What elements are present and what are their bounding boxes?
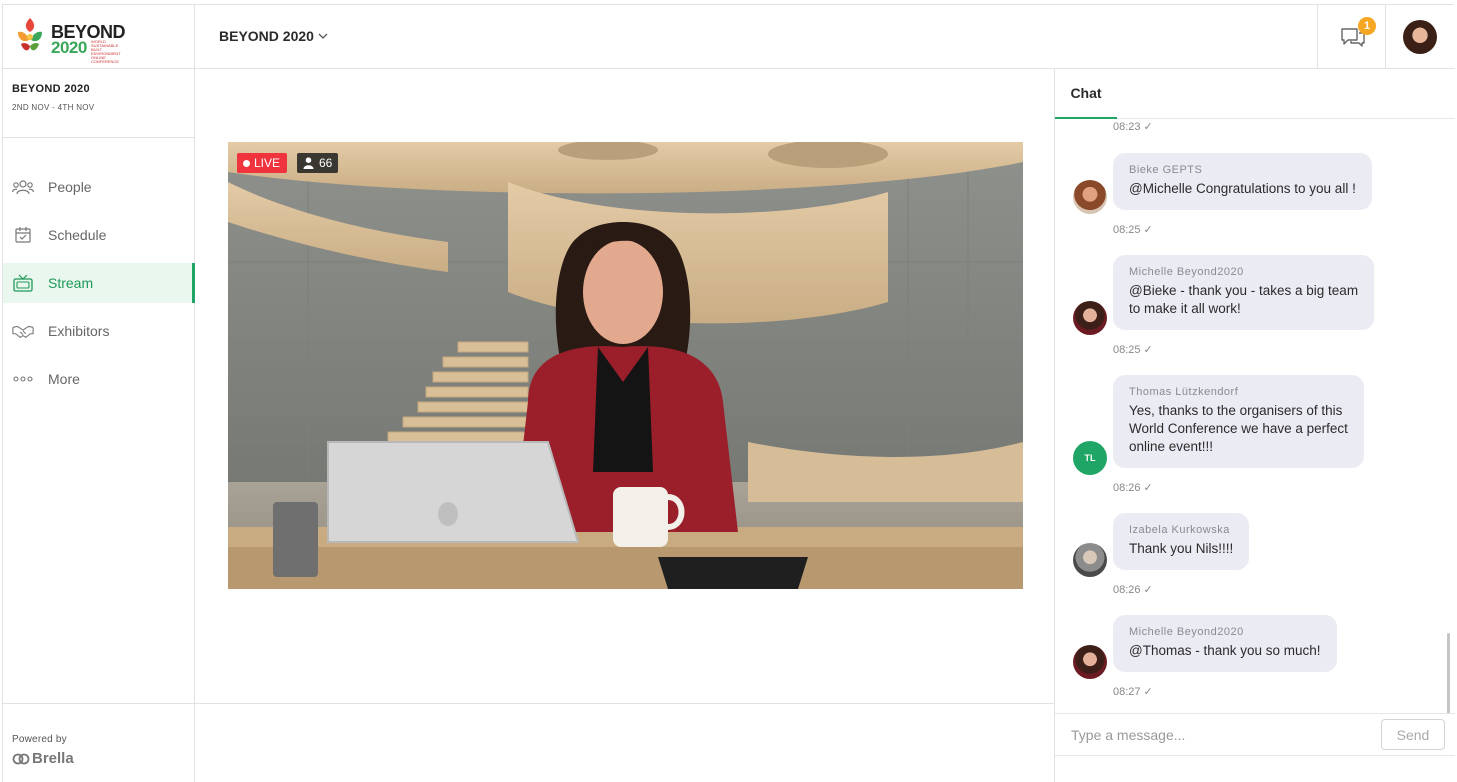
message-author: Thomas Lützkendorf [1129,386,1239,398]
event-switcher-dropdown[interactable]: BEYOND 2020 [219,28,328,44]
event-switcher-label: BEYOND 2020 [219,28,314,44]
message-bubble: Bieke GEPTS @Michelle Congratulations to… [1113,153,1372,210]
app-window: BEYOND 2020 WORLD SUSTAINABLE BUILT ENVI… [2,4,1455,782]
live-label: LIVE [254,156,281,170]
beyond-logo-icon [18,18,42,51]
chat-message-input[interactable] [1055,714,1375,756]
message-text: Thank you Nils!!!! [1129,541,1234,556]
tab-chat[interactable]: Chat [1055,69,1117,119]
chat-tabbar: Chat [1055,69,1455,119]
message-author: Michelle Beyond2020 [1129,626,1244,638]
timestamp-text: 08:25 [1113,343,1141,356]
message-timestamp: 08:26 ✓ [1113,481,1153,495]
viewer-count-badge: 66 [297,153,339,173]
avatar[interactable] [1073,180,1107,214]
live-badge: LIVE [237,153,288,173]
sidebar-item-label: Schedule [48,227,107,243]
calendar-icon [12,226,34,244]
divider [3,703,194,704]
divider [3,137,194,138]
timestamp-text: 08:26 [1113,583,1141,596]
message-timestamp: 08:23 ✓ [1113,120,1153,134]
tv-icon [12,274,34,292]
user-avatar[interactable] [1403,20,1437,54]
message-bubble: Izabela Kurkowska Thank you Nils!!!! [1113,513,1250,570]
message-timestamp: 08:27 ✓ [1113,685,1153,699]
logo-text-year: 2020 [51,38,87,57]
message-bubble: Thomas Lützkendorf Yes, thanks to the or… [1113,375,1364,468]
chevron-down-icon [318,33,328,39]
avatar[interactable] [1073,645,1107,679]
sidebar-item-label: Stream [48,275,94,291]
check-icon: ✓ [1143,686,1153,698]
event-logo[interactable]: BEYOND 2020 WORLD SUSTAINABLE BUILT ENVI… [3,5,195,69]
logo-subtitle: WORLD SUSTAINABLE BUILT ENVIRONMENT ONLI… [91,39,121,64]
sidebar-item-label: More [48,371,80,387]
video-frame-image [228,142,1023,589]
chat-composer: Send [1055,713,1455,756]
powered-by-label: Powered by [12,734,67,745]
message-text: @Michelle Congratulations to you all ! [1129,181,1356,196]
avatar[interactable] [1073,301,1107,335]
sidebar-item-people[interactable]: People [3,167,195,207]
notification-badge: 1 [1358,17,1376,35]
sidebar-item-more[interactable]: More [3,359,195,399]
live-video-player[interactable]: LIVE 66 [228,142,1023,589]
message-author: Bieke GEPTS [1129,164,1203,176]
timestamp-text: 08:25 [1113,223,1141,236]
sidebar-event-dates: 2ND NOV - 4TH NOV [12,103,95,112]
message-text: Yes, thanks to the organisers of this Wo… [1129,403,1348,454]
person-icon [303,157,314,169]
chat-scrollbar[interactable] [1447,633,1450,713]
message-author: Michelle Beyond2020 [1129,266,1244,278]
avatar-initials[interactable]: TL [1073,441,1107,475]
avatar[interactable] [1073,543,1107,577]
message-bubble: Michelle Beyond2020 @Bieke - thank you -… [1113,255,1375,330]
sidebar-item-schedule[interactable]: Schedule [3,215,195,255]
send-button[interactable]: Send [1381,719,1445,750]
check-icon: ✓ [1143,344,1153,356]
sidebar-item-exhibitors[interactable]: Exhibitors [3,311,195,351]
check-icon: ✓ [1143,224,1153,236]
message-timestamp: 08:26 ✓ [1113,583,1153,597]
check-icon: ✓ [1143,482,1153,494]
main-footer [195,703,1054,782]
people-icon [12,178,34,196]
sidebar-event-title: BEYOND 2020 [12,83,90,95]
brella-logo[interactable]: Brella [12,750,74,767]
top-header: BEYOND 2020 WORLD SUSTAINABLE BUILT ENVI… [3,5,1455,69]
handshake-icon [12,322,34,340]
messages-button[interactable]: 1 [1317,5,1386,69]
brella-link-icon [12,753,30,764]
more-icon [12,370,34,388]
timestamp-text: 08:27 [1113,685,1141,698]
message-author: Izabela Kurkowska [1129,524,1230,536]
message-bubble: Michelle Beyond2020 @Thomas - thank you … [1113,615,1337,672]
sidebar-item-label: Exhibitors [48,323,110,339]
message-timestamp: 08:25 ✓ [1113,343,1153,357]
stream-area: LIVE 66 [195,69,1054,703]
sidebar: BEYOND 2020 2ND NOV - 4TH NOV People Sch… [3,69,195,782]
chat-message-list[interactable]: 08:23 ✓ Bieke GEPTS @Michelle Congratula… [1055,120,1455,713]
message-text: @Thomas - thank you so much! [1129,643,1321,658]
sidebar-item-label: People [48,179,92,195]
brella-brand-text: Brella [32,750,74,767]
check-icon: ✓ [1143,121,1153,133]
live-dot-icon [243,159,250,167]
chat-panel: Chat 08:23 ✓ Bieke GEPTS @Michelle Congr… [1054,69,1455,782]
message-timestamp: 08:25 ✓ [1113,223,1153,237]
sidebar-item-stream[interactable]: Stream [3,263,195,303]
viewer-count: 66 [319,156,333,170]
timestamp-text: 08:26 [1113,481,1141,494]
message-text: @Bieke - thank you - takes a big team to… [1129,283,1359,316]
timestamp-text: 08:23 [1113,120,1141,133]
check-icon: ✓ [1143,584,1153,596]
